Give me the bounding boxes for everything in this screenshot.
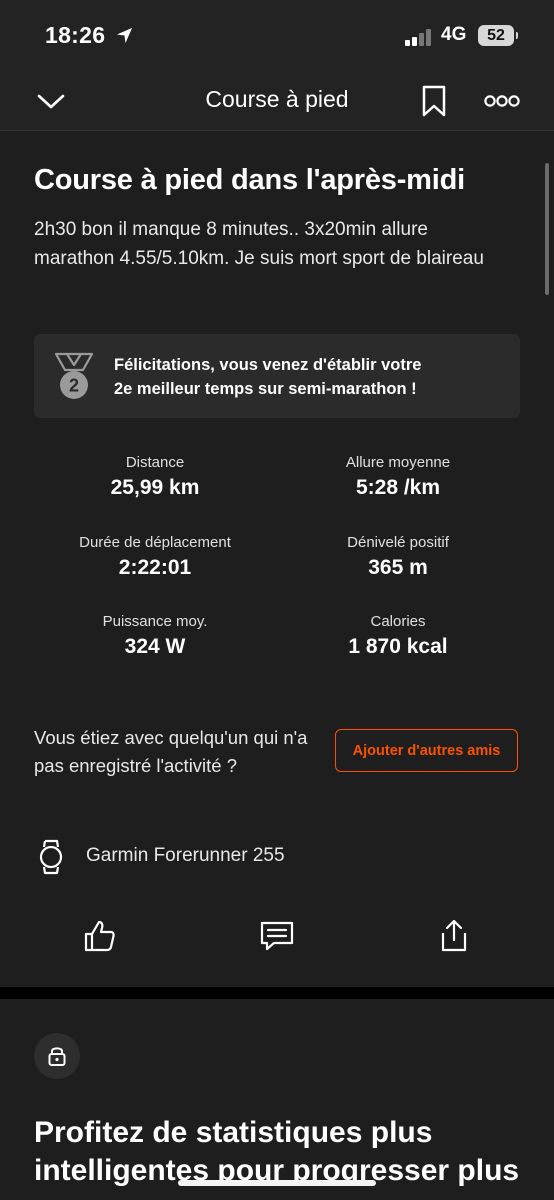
achievement-text: Félicitations, vous venez d'établir votr… [114,353,504,401]
nav-bar: Course à pied [0,72,554,131]
add-friends-button[interactable]: Ajouter d'autres amis [335,729,518,772]
stat-moving-time: Durée de déplacement 2:22:01 [35,534,275,580]
scrollbar[interactable] [545,163,549,295]
lock-badge [34,1033,80,1079]
promo-title: Profitez de statistiques plus intelligen… [34,1116,520,1187]
device-name: Garmin Forerunner 255 [86,845,285,866]
achievement-line2: 2e meilleur temps sur semi-marathon ! [114,380,417,398]
signal-icon [405,29,433,46]
status-bar: 18:26 4G 52 [0,0,554,72]
like-button[interactable] [78,914,122,958]
share-icon [441,919,467,952]
network-type: 4G [441,24,467,45]
stat-label: Distance [125,454,185,471]
lock-icon [48,1047,66,1066]
activity-title: Course à pied dans l'après-midi [34,164,465,196]
watch-icon [39,839,63,875]
share-button[interactable] [432,914,476,958]
location-arrow-icon [116,27,133,44]
comment-button[interactable] [255,914,299,958]
stat-value: 324 W [124,635,186,658]
stat-label: Durée de déplacement [79,534,231,551]
page-title: Course à pied [205,86,349,112]
stat-label: Puissance moy. [102,613,208,630]
stat-pace: Allure moyenne 5:28 /km [278,454,518,500]
bookmark-button[interactable] [416,84,452,118]
stat-elevation: Dénivelé positif 365 m [278,534,518,580]
medal-icon: 2 [54,352,94,399]
activity-description: 2h30 bon il manque 8 minutes.. 3x20min a… [34,219,484,269]
like-icon [84,920,115,952]
stat-label: Calories [370,613,426,630]
stat-calories: Calories 1 870 kcal [278,613,518,659]
stat-value: 5:28 /km [355,476,441,499]
more-button[interactable] [484,84,520,118]
section-divider [0,987,554,999]
bookmark-icon [422,85,446,117]
stat-value: 1 870 kcal [348,635,448,658]
comment-icon [260,921,294,951]
home-indicator[interactable] [178,1180,376,1186]
achievement-banner[interactable]: 2 Félicitations, vous venez d'établir vo… [34,334,520,418]
stat-value: 2:22:01 [118,556,192,579]
friends-question: Vous étiez avec quelqu'un qui n'a pas en… [34,727,308,776]
stat-value: 365 m [368,556,428,579]
achievement-line1: Félicitations, vous venez d'établir votr… [114,356,422,374]
stat-label: Dénivelé positif [347,534,449,551]
stat-power: Puissance moy. 324 W [35,613,275,659]
status-time: 18:26 [45,22,106,48]
battery-icon: 52 [478,25,518,46]
medal-number: 2 [69,376,79,396]
more-icon [484,95,520,107]
stat-label: Allure moyenne [345,454,451,471]
stat-value: 25,99 km [110,476,200,499]
stat-distance: Distance 25,99 km [35,454,275,500]
